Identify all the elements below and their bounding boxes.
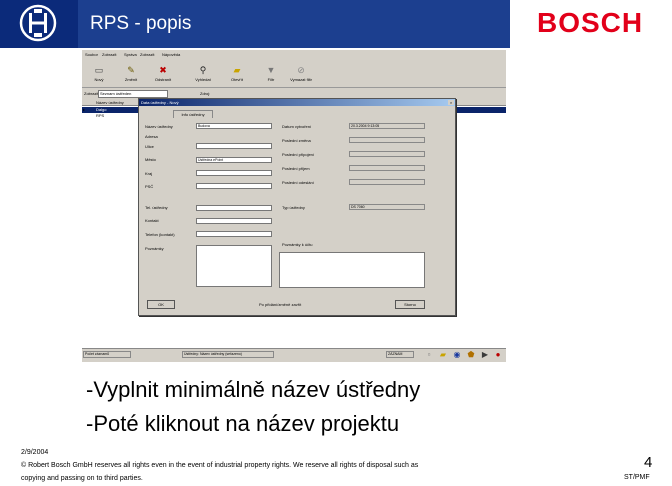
region-input[interactable] bbox=[196, 170, 272, 176]
field-label: Název ústředny bbox=[145, 124, 173, 129]
globe-icon[interactable]: ◉ bbox=[452, 350, 462, 360]
field-label: Ulice bbox=[145, 144, 154, 149]
menu-item[interactable]: Zobrazit bbox=[140, 52, 154, 57]
menu-item[interactable]: Zobrazit bbox=[102, 52, 116, 57]
account-notes-textarea[interactable] bbox=[279, 252, 425, 288]
field-label: Poslední připojení bbox=[282, 152, 315, 157]
field-label: Poznámky k účtu bbox=[282, 242, 313, 247]
dialog-title-bar: Data ústředny - Nový × bbox=[139, 99, 455, 106]
clear-filter-button[interactable]: ⊘ Vymazat filtr bbox=[288, 65, 314, 87]
panel-phone-input[interactable] bbox=[196, 205, 272, 211]
field-label: PSČ bbox=[145, 184, 154, 189]
menu-bar: Soubor Zobrazit Správa Zobrazit Nápověda bbox=[82, 50, 506, 62]
row-name: Dalgo bbox=[96, 107, 107, 112]
ok-button[interactable]: OK bbox=[147, 300, 175, 309]
field-label: Kontakt bbox=[145, 218, 159, 223]
source-label: Zdroj: bbox=[200, 91, 211, 96]
contact-input[interactable] bbox=[196, 218, 272, 224]
field-label: Poslední odeslání bbox=[282, 180, 314, 185]
dialog-title: Data ústředny - Nový bbox=[141, 100, 179, 105]
toolbar-label: Změnit bbox=[124, 77, 138, 82]
slide-title: RPS - popis bbox=[90, 13, 192, 34]
slide: RPS - popis BOSCH Soubor Zobrazit Správa… bbox=[0, 0, 672, 486]
field-label: Telefon (kontakt) bbox=[145, 232, 175, 237]
toolbar: ▭ Nový ✎ Změnit ✖ Odstranit ⚲ Vyhledat ▰… bbox=[82, 62, 506, 88]
clear-filter-icon: ⊘ bbox=[297, 65, 305, 75]
city-input[interactable]: Ústředna ePoint bbox=[196, 157, 272, 163]
header-logo-box bbox=[0, 0, 78, 48]
panel-name-input[interactable]: Budova bbox=[196, 123, 272, 129]
filter-icon: ▼ bbox=[266, 65, 276, 75]
created-date-value: 20.3.2004 9:13:05 bbox=[349, 123, 425, 129]
stop-icon[interactable]: ● bbox=[493, 350, 503, 360]
new-button[interactable]: ▭ Nový bbox=[86, 65, 112, 87]
zip-input[interactable] bbox=[196, 183, 272, 189]
panel-type-value: DS 7060 bbox=[349, 204, 425, 210]
row-marker: ▸ bbox=[83, 107, 86, 112]
open-button[interactable]: ▰ Otevřít bbox=[224, 65, 250, 87]
footer-date: 2/9/2004 bbox=[21, 449, 49, 456]
folder-icon: ▰ bbox=[233, 65, 241, 75]
status-bar: Počet záznamů Ústředny: Název ústředny (… bbox=[82, 348, 506, 362]
menu-item[interactable]: Soubor bbox=[85, 52, 98, 57]
toolbar-label: Vymazat filtr bbox=[290, 77, 312, 82]
toolbar-label: Otevřít bbox=[230, 77, 243, 82]
contact-phone-input[interactable] bbox=[196, 231, 272, 237]
binoculars-icon: ⚲ bbox=[199, 65, 207, 75]
edit-icon: ✎ bbox=[127, 65, 135, 75]
tray-icon[interactable]: ▫ bbox=[424, 350, 434, 360]
filter-select[interactable]: Seznam ústředen bbox=[98, 90, 168, 98]
bullet-1: -Vyplnit minimálně název ústředny bbox=[86, 377, 421, 402]
close-icon[interactable]: × bbox=[448, 100, 454, 105]
delete-button[interactable]: ✖ Odstranit bbox=[150, 65, 176, 87]
search-button[interactable]: ⚲ Vyhledat bbox=[190, 65, 216, 87]
bullet-2: -Poté kliknout na název projektu bbox=[86, 411, 400, 436]
panel-data-dialog: Data ústředny - Nový × Info ústředny Náz… bbox=[138, 98, 456, 316]
menu-item[interactable]: Nápověda bbox=[162, 52, 180, 57]
status-record: ZÁZNAM bbox=[386, 351, 414, 358]
delete-icon: ✖ bbox=[159, 65, 167, 75]
close-after-checkbox[interactable]: Po přidání/změně zavřít bbox=[259, 302, 301, 307]
status-sort: Ústředny: Název ústředny (seřazeno) bbox=[182, 351, 274, 358]
field-label: Datum vytvoření bbox=[282, 124, 312, 129]
footer-copyright-line-2: copying and passing on to third parties. bbox=[21, 475, 143, 482]
field-label: Typ ústředny bbox=[282, 205, 305, 210]
toolbar-label: Filtr bbox=[267, 77, 275, 82]
field-label: Kraj bbox=[145, 171, 153, 176]
edit-button[interactable]: ✎ Změnit bbox=[118, 65, 144, 87]
field-label: Poslední změna bbox=[282, 138, 311, 143]
field-label: Poznámky bbox=[145, 246, 164, 251]
status-record-count: Počet záznamů bbox=[83, 351, 131, 358]
last-connection-value bbox=[349, 151, 425, 157]
footer-copyright-line-1: © Robert Bosch GmbH reserves all rights … bbox=[21, 462, 419, 469]
new-document-icon: ▭ bbox=[94, 65, 104, 75]
grid-header-cell[interactable]: Název ústředny bbox=[96, 100, 124, 105]
notes-textarea[interactable] bbox=[196, 245, 272, 287]
filter-button[interactable]: ▼ Filtr bbox=[258, 65, 284, 87]
row-name: RPS bbox=[96, 113, 105, 118]
bosch-wordmark: BOSCH bbox=[537, 7, 644, 38]
bosch-armature-icon bbox=[19, 4, 57, 42]
field-label: Adresa bbox=[145, 134, 158, 139]
field-label: Tel. ústředny bbox=[145, 205, 168, 210]
last-send-value bbox=[349, 179, 425, 185]
field-label: Město bbox=[145, 157, 156, 162]
toolbar-label: Odstranit bbox=[154, 77, 172, 82]
menu-item[interactable]: Správa bbox=[124, 52, 137, 57]
footer-department: ST/PMF bbox=[624, 474, 650, 481]
arrow-icon[interactable]: ▶ bbox=[480, 350, 490, 360]
tab-panel-info[interactable]: Info ústředny bbox=[173, 110, 213, 118]
app-screenshot: Soubor Zobrazit Správa Zobrazit Nápověda… bbox=[82, 50, 506, 362]
toolbar-label: Nový bbox=[94, 77, 104, 82]
street-input[interactable] bbox=[196, 143, 272, 149]
last-receive-value bbox=[349, 165, 425, 171]
page-number: 4 bbox=[644, 454, 653, 471]
toolbar-label: Vyhledat bbox=[195, 77, 211, 82]
folder-icon[interactable]: ▰ bbox=[438, 350, 448, 360]
field-label: Poslední přijem bbox=[282, 166, 310, 171]
cancel-button[interactable]: Storno bbox=[395, 300, 425, 309]
header-title-bar: RPS - popis bbox=[78, 0, 510, 48]
last-change-value bbox=[349, 137, 425, 143]
shield-icon[interactable]: ⬟ bbox=[466, 350, 476, 360]
